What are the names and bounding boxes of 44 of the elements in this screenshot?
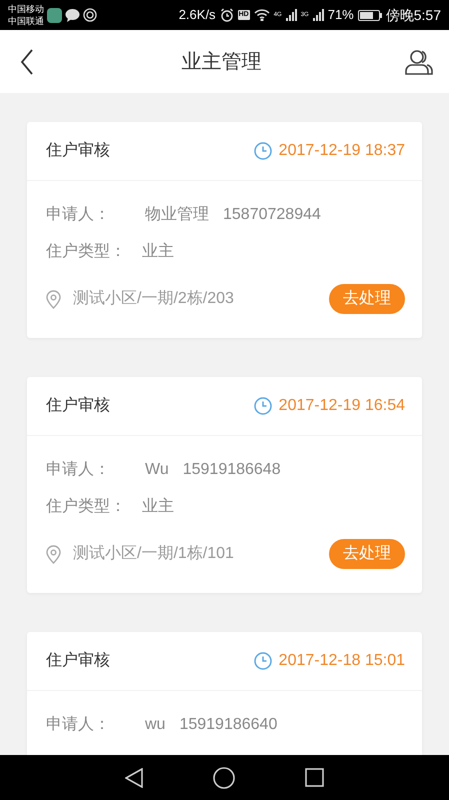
carrier-text: 中国移动 <box>8 3 44 15</box>
signal-icon <box>312 9 324 21</box>
network-speed: 2.6K/s <box>178 6 216 24</box>
applicant-label: 申请人： <box>46 460 111 480</box>
battery-icon <box>358 10 382 20</box>
type-label: 住户类型： <box>46 496 127 517</box>
recents-square-icon[interactable] <box>305 768 324 787</box>
applicant-phone: 15919186640 <box>179 715 278 735</box>
card-time: 2017-12-18 15:01 <box>278 651 405 671</box>
applicant-name: Wu <box>145 460 169 480</box>
address-text: 测试小区/一期/2栋/203 <box>73 288 234 309</box>
signal-icon <box>286 9 297 21</box>
applicant-name: wu <box>145 715 166 735</box>
chat-bubble-icon <box>65 8 80 22</box>
type-value: 业主 <box>142 242 174 262</box>
card-time: 2017-12-19 18:37 <box>278 141 405 161</box>
location-pin-icon <box>46 290 61 308</box>
type-label: 住户类型： <box>46 242 127 262</box>
home-circle-icon[interactable] <box>213 766 235 788</box>
applicant-phone: 15919186648 <box>182 460 281 480</box>
applicant-label: 申请人： <box>46 204 111 225</box>
clock-time: 傍晚5:57 <box>386 6 441 24</box>
applicant-name: 物业管理 <box>145 204 209 225</box>
back-triangle-icon[interactable] <box>125 768 143 788</box>
card-title: 住户审核 <box>46 650 110 671</box>
process-button[interactable]: 去处理 <box>329 284 405 314</box>
address-text: 测试小区/一期/1栋/101 <box>73 544 234 564</box>
card-title: 住户审核 <box>46 140 110 161</box>
clock-icon <box>254 652 272 670</box>
alarm-icon <box>220 8 234 22</box>
location-pin-icon <box>46 544 61 564</box>
applicant-phone: 15870728944 <box>223 205 321 225</box>
card-title: 住户审核 <box>46 396 110 416</box>
app-icon <box>47 8 62 22</box>
wifi-icon <box>254 9 270 21</box>
process-button[interactable]: 去处理 <box>329 539 405 569</box>
battery-percent: 71% <box>328 6 354 24</box>
clock-icon <box>254 142 272 160</box>
applicant-label: 申请人： <box>46 714 111 735</box>
clock-icon <box>254 397 272 415</box>
carrier-text: 中国联通 <box>8 15 44 27</box>
card-time: 2017-12-19 16:54 <box>278 396 405 416</box>
type-value: 业主 <box>142 496 174 517</box>
page-title: 业主管理 <box>182 50 262 74</box>
